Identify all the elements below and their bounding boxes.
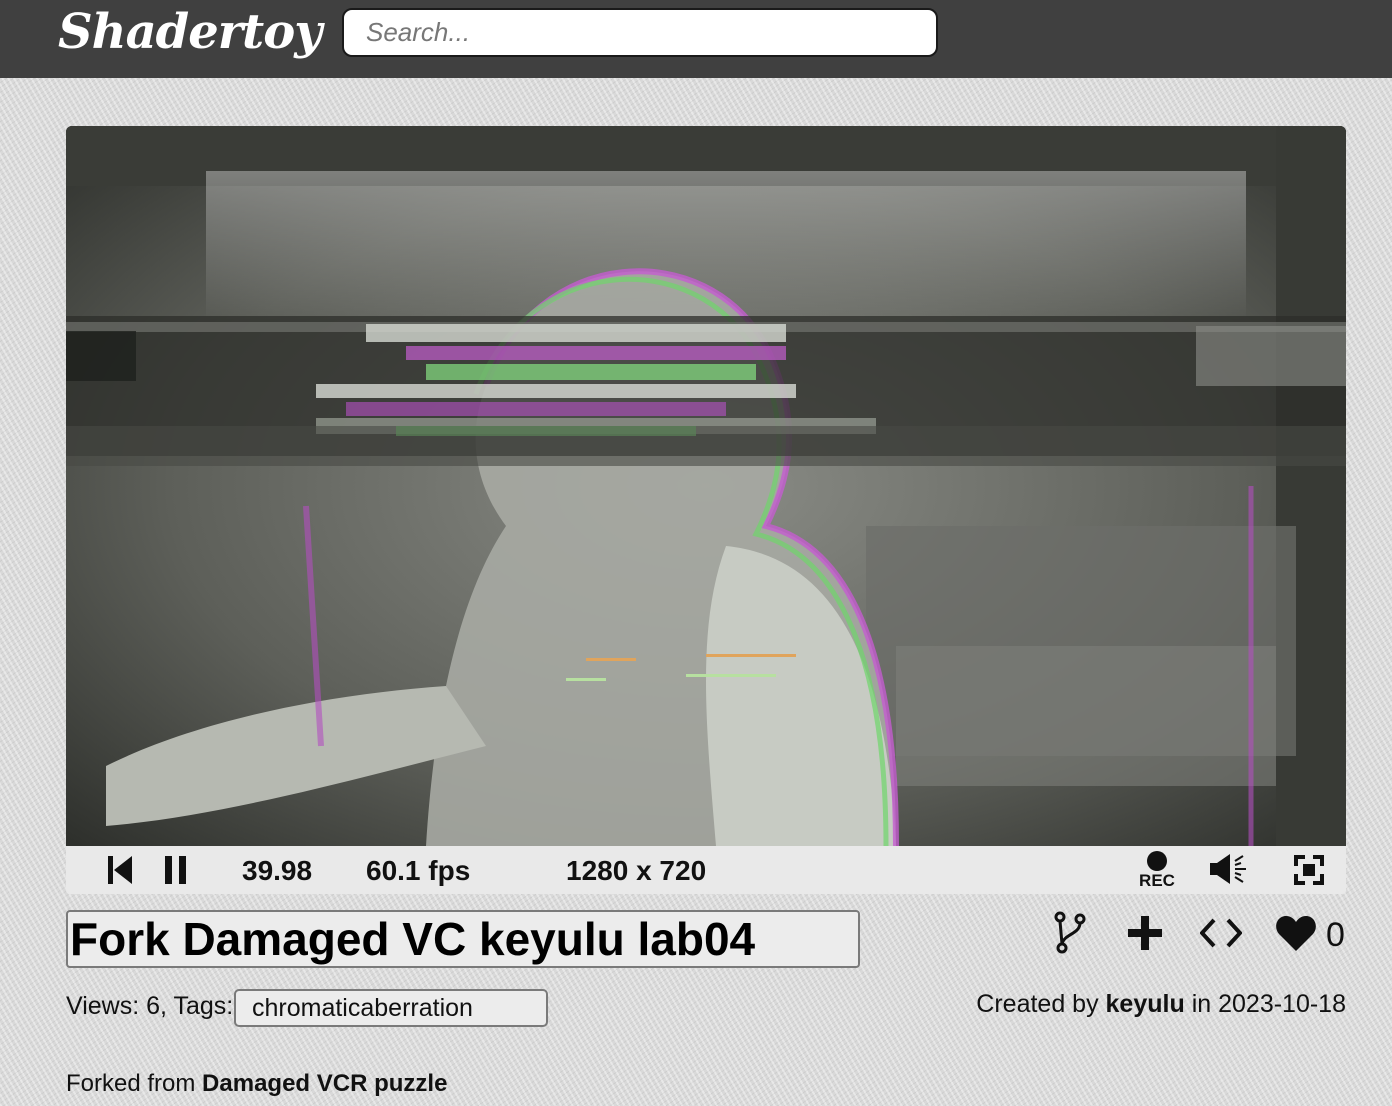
author-link[interactable]: keyulu	[1106, 990, 1185, 1018]
code-icon[interactable]	[1199, 918, 1243, 953]
views-tags-label: Views: 6, Tags:	[66, 992, 234, 1020]
player-controls: 39.98 60.1 fps 1280 x 720 REC	[66, 846, 1346, 894]
volume-icon[interactable]	[1210, 852, 1250, 891]
time-display: 39.98	[242, 855, 313, 886]
resolution-display: 1280 x 720	[566, 855, 707, 886]
forked-source-link[interactable]: Damaged VCR puzzle	[202, 1070, 447, 1097]
forked-prefix: Forked from	[66, 1070, 196, 1097]
shader-player: 39.98 60.1 fps 1280 x 720 REC	[66, 126, 1346, 894]
likes-count: 0	[1326, 916, 1345, 954]
shader-title[interactable]: Fork Damaged VC keyulu lab04	[66, 910, 860, 968]
record-icon[interactable]: REC	[1136, 850, 1178, 892]
fps-display: 60.1 fps	[366, 855, 471, 886]
pause-icon[interactable]	[165, 856, 187, 889]
add-icon[interactable]	[1128, 916, 1162, 955]
forked-from: Forked from Damaged VCR puzzle	[66, 1070, 447, 1098]
created-date: 2023-10-18	[1218, 990, 1346, 1018]
fork-icon[interactable]	[1052, 910, 1086, 961]
created-in: in	[1191, 990, 1212, 1018]
skip-back-icon[interactable]	[108, 856, 134, 889]
search-input[interactable]	[342, 8, 938, 57]
shader-output-image	[66, 126, 1346, 846]
heart-icon[interactable]	[1275, 914, 1317, 957]
shader-canvas[interactable]	[66, 126, 1346, 846]
created-by: Created by keyulu in 2023-10-18	[976, 990, 1346, 1019]
fullscreen-icon[interactable]	[1294, 855, 1324, 890]
shader-actions: 0	[1050, 908, 1350, 958]
shadertoy-logo[interactable]: Shadertoy	[58, 4, 322, 60]
record-label: REC	[1139, 871, 1175, 890]
tag-chip[interactable]: chromaticaberration	[234, 989, 548, 1027]
created-prefix: Created by	[976, 990, 1099, 1018]
top-bar: Shadertoy	[0, 0, 1392, 78]
